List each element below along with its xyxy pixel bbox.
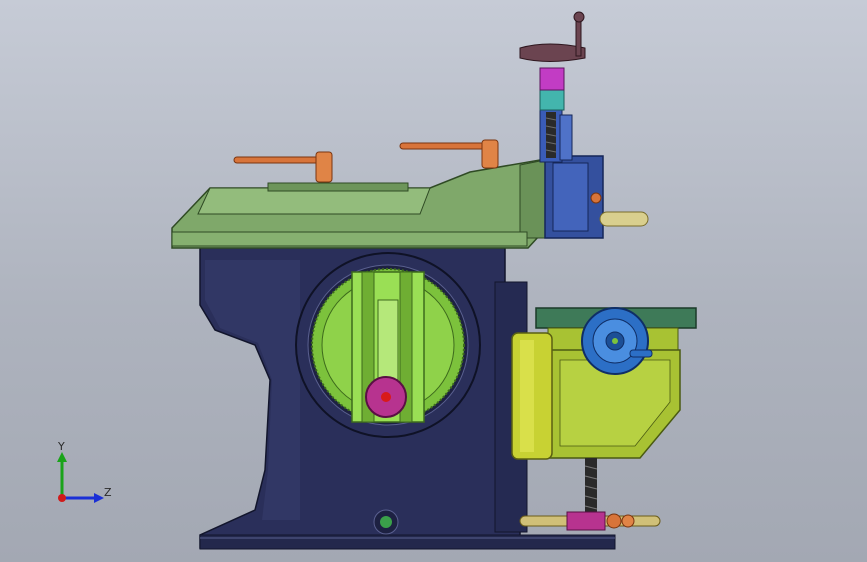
ram[interactable] <box>171 159 546 249</box>
cad-viewport[interactable]: Y Z <box>0 0 867 562</box>
x-axis-dot <box>58 494 66 502</box>
y-axis-label: Y <box>57 440 65 453</box>
downfeed-crank-handle[interactable] <box>519 11 586 62</box>
ram-lever-left[interactable] <box>233 151 333 183</box>
tool-head[interactable] <box>539 109 649 239</box>
z-axis-label: Z <box>104 486 112 499</box>
bull-gear-assembly[interactable] <box>295 252 481 438</box>
foundation-bolt <box>373 509 399 535</box>
shaper-machine-model[interactable] <box>0 0 867 562</box>
y-axis-arrowhead <box>57 452 67 462</box>
ram-lever-right[interactable] <box>399 139 499 169</box>
axis-triad: Y Z <box>40 440 120 510</box>
elevating-screw[interactable] <box>519 458 661 531</box>
z-axis-arrowhead <box>94 493 104 503</box>
